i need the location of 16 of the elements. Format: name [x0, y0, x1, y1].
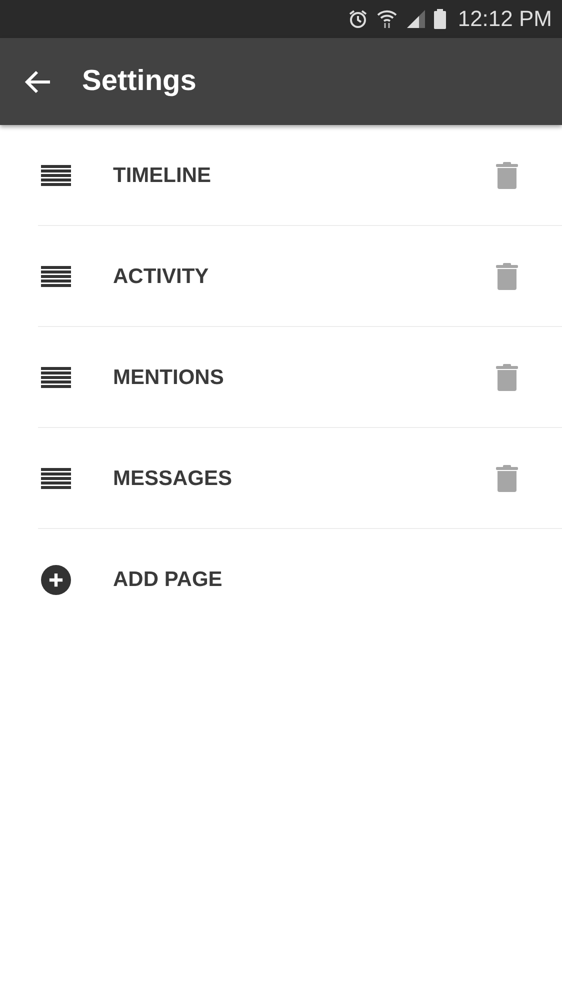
alarm-icon — [348, 9, 368, 29]
drag-handle-icon[interactable] — [41, 366, 71, 388]
drag-handle-icon[interactable] — [41, 468, 71, 490]
page-item[interactable]: MENTIONS — [113, 366, 496, 390]
drag-handle-icon[interactable] — [41, 164, 71, 186]
add-icon — [41, 564, 71, 596]
drag-handle-icon[interactable] — [41, 266, 71, 288]
signal-icon — [406, 9, 426, 29]
wifi-icon — [376, 9, 398, 29]
screen-title: Settings — [82, 65, 196, 98]
status-time: 12:12 PM — [458, 6, 552, 32]
page-item[interactable]: MESSAGES — [113, 466, 496, 490]
add-page-item[interactable]: ADD PAGE — [113, 568, 562, 592]
battery-icon — [434, 9, 446, 29]
page-item[interactable]: TIMELINE — [113, 164, 496, 188]
page-item[interactable]: ACTIVITY — [113, 264, 496, 288]
